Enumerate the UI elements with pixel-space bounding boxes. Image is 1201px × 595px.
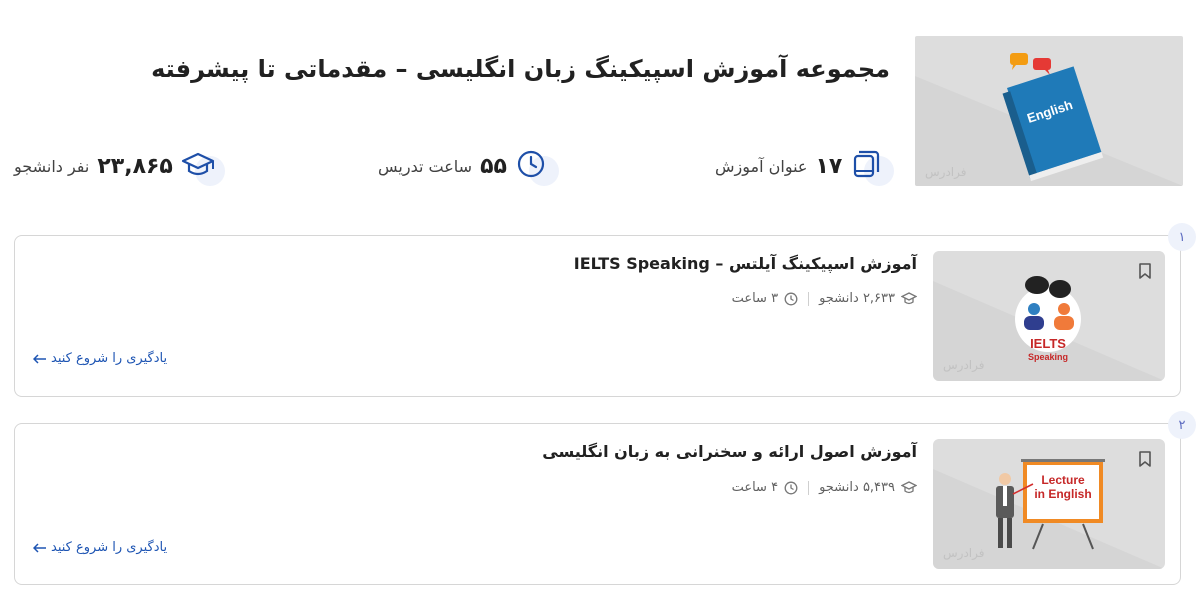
stat-hours-value: ۵۵ xyxy=(480,153,507,179)
course-index-badge: ۱ xyxy=(1168,223,1196,251)
graduation-cap-icon xyxy=(901,291,917,304)
thumb-subtitle-1: Speaking xyxy=(1028,352,1068,362)
stat-students: ۲۳,۸۶۵ نفر دانشجو xyxy=(14,146,225,186)
course-index-badge: ۲ xyxy=(1168,411,1196,439)
clock-icon xyxy=(515,146,559,186)
stat-titles: ۱۷ عنوان آموزش xyxy=(715,146,895,186)
start-learning-label: یادگیری را شروع کنید xyxy=(51,540,168,555)
clock-icon xyxy=(784,292,798,305)
stat-hours-label: ساعت تدریس xyxy=(378,156,473,176)
watermark: فرادرس xyxy=(943,546,984,561)
start-learning-label: یادگیری را شروع کنید xyxy=(51,351,168,366)
watermark: فرادرس xyxy=(943,358,984,373)
page-title: مجموعه آموزش اسپیکینگ زبان انگلیسی – مقد… xyxy=(151,55,890,83)
course-students: ۲,۶۳۳ دانشجو xyxy=(819,291,895,306)
arrow-left-icon xyxy=(33,353,46,364)
course-thumbnail[interactable]: Lecture in English فرادرس xyxy=(933,439,1165,569)
course-title[interactable]: آموزش اسپیکینگ آیلتس – IELTS Speaking xyxy=(574,254,917,273)
clock-icon xyxy=(784,481,798,494)
course-duration: ۴ ساعت xyxy=(731,480,779,495)
stat-titles-label: عنوان آموزش xyxy=(715,156,808,176)
course-meta: ۲,۶۳۳ دانشجو ۳ ساعت xyxy=(732,291,917,306)
graduation-cap-icon xyxy=(901,480,917,493)
thumb-title-1: IELTS xyxy=(1030,336,1066,351)
stat-titles-value: ۱۷ xyxy=(815,153,843,179)
bookmark-icon[interactable] xyxy=(1137,450,1153,472)
bookmark-icon[interactable] xyxy=(1137,262,1153,284)
start-learning-link[interactable]: یادگیری را شروع کنید xyxy=(33,351,167,366)
course-duration: ۳ ساعت xyxy=(731,291,779,306)
start-learning-link[interactable]: یادگیری را شروع کنید xyxy=(33,540,167,555)
course-title[interactable]: آموزش اصول ارائه و سخنرانی به زبان انگلی… xyxy=(542,442,917,461)
thumb-subtitle-2: in English xyxy=(1034,487,1091,501)
graduation-cap-icon xyxy=(181,146,225,186)
course-students: ۵,۴۳۹ دانشجو xyxy=(819,480,895,495)
stat-students-label: نفر دانشجو xyxy=(14,156,90,176)
arrow-left-icon xyxy=(33,542,46,553)
book-stack-icon xyxy=(850,146,895,186)
stat-hours: ۵۵ ساعت تدریس xyxy=(378,146,559,186)
thumb-title-2: Lecture xyxy=(1041,473,1085,487)
stat-students-value: ۲۳,۸۶۵ xyxy=(97,153,173,179)
collection-cover-image: English فرادرس xyxy=(915,36,1183,186)
course-meta: ۵,۴۳۹ دانشجو ۴ ساعت xyxy=(732,480,917,495)
course-thumbnail[interactable]: IELTS Speaking فرادرس xyxy=(933,251,1165,381)
watermark: فرادرس xyxy=(925,165,966,180)
